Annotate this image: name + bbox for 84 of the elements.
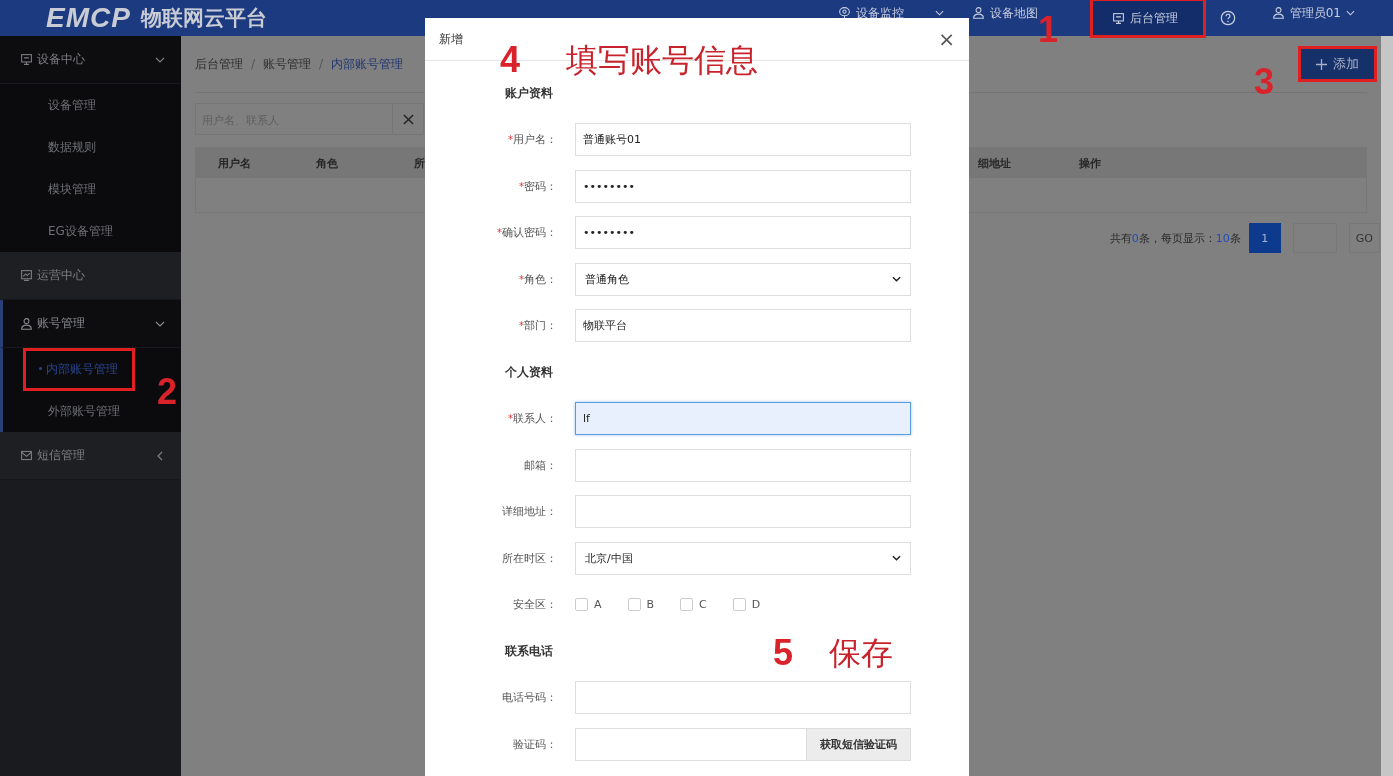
breadcrumb-separator: / xyxy=(251,57,256,71)
user-icon xyxy=(971,6,985,19)
column-header: 用户名 xyxy=(218,155,251,171)
field-label: 邮箱： xyxy=(524,457,557,473)
monitor-icon xyxy=(20,53,33,66)
input-field[interactable]: •••••••• xyxy=(575,169,911,203)
field-label: 部门： xyxy=(524,318,557,334)
chevron-icon xyxy=(892,555,901,562)
field-label: 角色： xyxy=(524,271,557,287)
chevron-icon xyxy=(155,56,165,63)
close-button[interactable]: × xyxy=(938,27,955,51)
step-caption: 填写账号信息 xyxy=(566,44,759,76)
column-header: 角色 xyxy=(316,155,338,171)
input-field[interactable] xyxy=(575,495,911,529)
field-label: 验证码： xyxy=(513,736,557,752)
input-field[interactable] xyxy=(575,681,911,715)
breadcrumb-link[interactable]: 后台管理 xyxy=(195,55,243,73)
field-label: 详细地址： xyxy=(502,504,557,520)
input-field[interactable]: 普通账号01 xyxy=(575,123,911,157)
step-number: 2 xyxy=(157,374,178,410)
input-field[interactable]: lf xyxy=(575,402,911,436)
required-mark: * xyxy=(519,180,524,192)
checkbox-option[interactable]: A xyxy=(575,598,602,612)
field-label: 联系人： xyxy=(513,411,557,427)
input-field[interactable] xyxy=(575,448,911,482)
user-icon xyxy=(1271,6,1285,19)
mail-icon xyxy=(20,449,33,462)
monitor-icon xyxy=(1111,11,1125,25)
nav-tab[interactable]: 设备监控 xyxy=(837,5,944,23)
user-menu[interactable]: 管理员01 xyxy=(1271,5,1355,23)
required-mark: * xyxy=(519,273,524,285)
dialog-title: 新增 xyxy=(439,30,463,48)
required-mark: * xyxy=(519,320,524,332)
add-button[interactable]: 添加 xyxy=(1300,48,1375,80)
field-label: 所在时区： xyxy=(502,550,557,566)
section-title: 个人资料 xyxy=(505,364,553,380)
clear-button[interactable] xyxy=(392,103,424,135)
caret-icon xyxy=(934,10,944,16)
platform-title: 物联网云平台 xyxy=(140,5,267,32)
nav-tab[interactable]: 后台管理 xyxy=(1091,0,1204,36)
input-field[interactable]: •••••••• xyxy=(575,216,911,250)
field-label: 电话号码： xyxy=(502,690,557,706)
field-label: 用户名： xyxy=(513,132,557,148)
required-mark: * xyxy=(508,413,513,425)
required-mark: * xyxy=(508,134,513,146)
sidebar-group[interactable]: 设备中心 xyxy=(0,36,181,84)
section-title: 账户资料 xyxy=(505,85,553,101)
chart-icon xyxy=(20,269,33,282)
step-number: 4 xyxy=(500,42,521,78)
caret-icon xyxy=(1346,10,1355,16)
step-number: 5 xyxy=(773,635,794,671)
eye-icon xyxy=(837,6,851,19)
section-title: 联系电话 xyxy=(505,643,553,659)
checkbox-option[interactable]: D xyxy=(732,598,761,612)
sidebar-group[interactable]: 运营中心 xyxy=(0,252,181,300)
input-field[interactable]: 物联平台 xyxy=(575,309,911,343)
field-label: 确认密码： xyxy=(502,225,557,241)
logo: EMCP xyxy=(46,2,131,34)
step-caption: 保存 xyxy=(829,637,894,669)
close-icon xyxy=(402,113,414,125)
plus-icon xyxy=(1316,58,1327,70)
nav-tab[interactable]: 设备地图 xyxy=(971,5,1038,23)
help-icon[interactable] xyxy=(1219,10,1236,26)
chevron-icon xyxy=(892,276,901,283)
step-number: 3 xyxy=(1254,64,1275,100)
column-header: 细地址 xyxy=(978,155,1011,171)
pagination-summary: 共有0条，每页显示：10条 xyxy=(1109,230,1241,246)
select-field[interactable]: 普通角色 xyxy=(575,262,911,296)
column-header: 操作 xyxy=(1079,155,1101,171)
column-header: 所 xyxy=(414,155,425,171)
step-number: 1 xyxy=(1038,12,1059,48)
scrollbar[interactable] xyxy=(1381,36,1393,776)
chevron-icon xyxy=(157,450,163,461)
field-label: 密码： xyxy=(524,178,557,194)
sidebar-group[interactable]: 账号管理 xyxy=(0,300,181,348)
breadcrumb-link[interactable]: 账号管理 xyxy=(263,55,312,73)
field-label: 安全区： xyxy=(513,597,557,613)
chevron-icon xyxy=(155,320,165,327)
user-icon xyxy=(20,317,33,330)
page-button[interactable]: 1 xyxy=(1248,223,1281,253)
breadcrumb-separator: / xyxy=(319,57,324,71)
sidebar-group[interactable]: 短信管理 xyxy=(0,432,181,480)
select-field[interactable]: 北京/中国 xyxy=(575,541,911,575)
required-mark: * xyxy=(497,227,502,239)
